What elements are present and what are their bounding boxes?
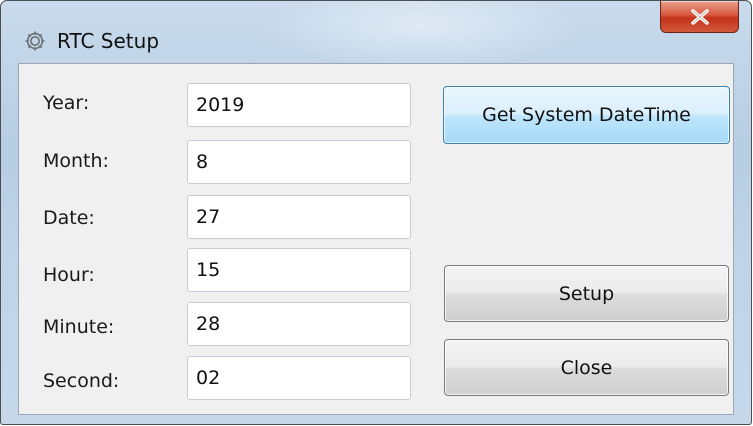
second-label: Second: bbox=[43, 370, 120, 392]
date-label: Date: bbox=[43, 207, 95, 229]
client-area: Year: Month: Date: Hour: Minute: Second:… bbox=[18, 63, 734, 415]
year-field[interactable] bbox=[187, 83, 411, 127]
month-label: Month: bbox=[43, 150, 109, 172]
rtc-setup-window: RTC Setup Year: Month: Date: Hour: Minut… bbox=[0, 0, 752, 425]
title-bar[interactable]: RTC Setup bbox=[1, 1, 751, 63]
minute-field[interactable] bbox=[187, 302, 411, 346]
hour-field[interactable] bbox=[187, 248, 411, 292]
gear-icon bbox=[23, 29, 47, 53]
window-title: RTC Setup bbox=[57, 29, 160, 53]
year-label: Year: bbox=[43, 92, 90, 114]
close-icon bbox=[689, 8, 711, 26]
window-close-button[interactable] bbox=[660, 1, 739, 33]
get-system-datetime-button[interactable]: Get System DateTime bbox=[443, 86, 730, 144]
minute-label: Minute: bbox=[43, 316, 115, 338]
setup-button[interactable]: Setup bbox=[444, 265, 729, 322]
hour-label: Hour: bbox=[43, 264, 95, 286]
month-field[interactable] bbox=[187, 140, 411, 184]
date-field[interactable] bbox=[187, 195, 411, 239]
second-field[interactable] bbox=[187, 356, 411, 400]
close-button[interactable]: Close bbox=[444, 339, 729, 396]
